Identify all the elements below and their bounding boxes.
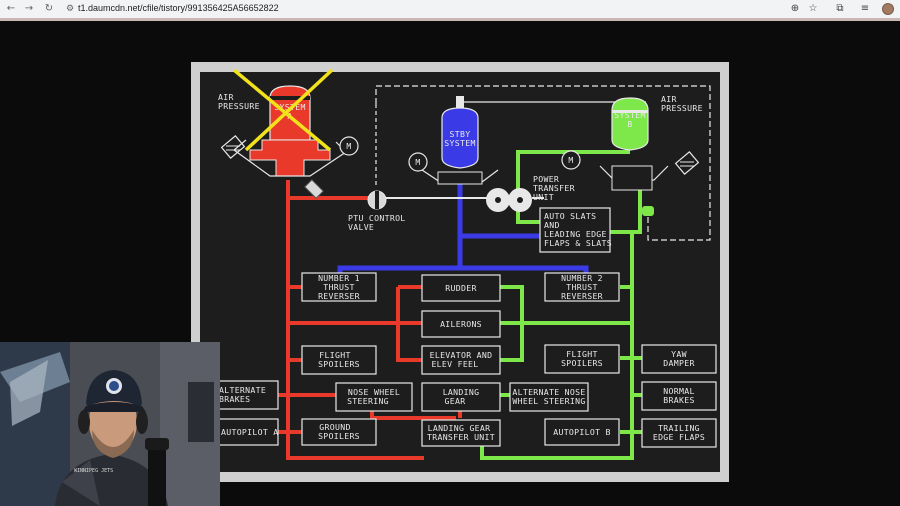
svg-text:AUTOPILOT A: AUTOPILOT A xyxy=(221,427,279,437)
air-pressure-b-label: AIR PRESSURE xyxy=(661,94,703,113)
alternate-brakes-box: ALTERNATE BRAKES xyxy=(217,380,279,410)
svg-text:SPOILERS: SPOILERS xyxy=(318,431,360,441)
auto-slats-box: AUTO SLATS AND LEADING EDGE FLAPS & SLAT… xyxy=(539,207,612,253)
alternate-nose-wheel-steering-box: ALTERNATE NOSE WHEEL STEERING xyxy=(509,382,589,412)
autopilot-b-box: AUTOPILOT B xyxy=(544,418,620,446)
svg-text:EDGE FLAPS: EDGE FLAPS xyxy=(653,432,705,442)
svg-text:BRAKES: BRAKES xyxy=(219,394,250,404)
air-pressure-a-label: AIR PRESSURE xyxy=(218,92,260,111)
cap-text: WINNIPEG JETS xyxy=(74,468,113,474)
normal-brakes-box: NORMAL BRAKES xyxy=(641,381,717,411)
svg-text:WHEEL STEERING: WHEEL STEERING xyxy=(512,396,585,406)
elevator-and-elev-feel-box: ELEVATOR AND ELEV FEEL xyxy=(421,345,501,375)
svg-text:UNIT: UNIT xyxy=(533,192,554,202)
svg-text:B: B xyxy=(627,119,632,129)
svg-text:FLAPS & SLATS: FLAPS & SLATS xyxy=(544,238,612,248)
svg-text:STEERING: STEERING xyxy=(347,396,389,406)
svg-text:REVERSER: REVERSER xyxy=(318,291,360,301)
svg-text:SPOILERS: SPOILERS xyxy=(318,359,360,369)
svg-text:PRESSURE: PRESSURE xyxy=(661,103,703,113)
selector-valve-icon xyxy=(304,179,324,199)
power-transfer-unit-icon xyxy=(486,187,532,213)
system-a-motor-icon: M xyxy=(339,136,359,156)
yaw-damper-box: YAW DAMPER xyxy=(641,344,717,374)
nose-wheel-steering-box: NOSE WHEEL STEERING xyxy=(335,382,413,412)
flight-spoilers-left-box: FLIGHT SPOILERS xyxy=(301,345,377,375)
ground-spoilers-box: GROUND SPOILERS xyxy=(301,418,377,446)
svg-text:VALVE: VALVE xyxy=(348,222,374,232)
svg-text:RUDDER: RUDDER xyxy=(445,283,476,293)
system-b-motor-icon: M xyxy=(561,150,581,170)
landing-gear-transfer-unit-box: LANDING GEAR TRANSFER UNIT xyxy=(421,419,501,447)
svg-text:PRESSURE: PRESSURE xyxy=(218,101,260,111)
number1-thrust-reverser-box: NUMBER 1 THRUST REVERSER xyxy=(301,272,377,302)
flight-spoilers-right-box: FLIGHT SPOILERS xyxy=(544,344,620,374)
trailing-edge-flaps-box: TRAILING EDGE FLAPS xyxy=(641,418,717,448)
svg-text:TRANSFER UNIT: TRANSFER UNIT xyxy=(427,432,495,442)
svg-text:BRAKES: BRAKES xyxy=(663,395,694,405)
webcam-overlay: WINNIPEG JETS xyxy=(0,342,220,506)
stby-motor-icon: M xyxy=(408,152,428,172)
ptu-control-valve-label: PTU CONTROL VALVE xyxy=(348,213,405,232)
svg-text:AUTOPILOT B: AUTOPILOT B xyxy=(553,427,611,437)
system-a-reservoir xyxy=(233,85,347,177)
svg-text:AILERONS: AILERONS xyxy=(440,319,482,329)
ptu-control-valve-icon xyxy=(367,190,387,210)
number2-thrust-reverser-box: NUMBER 2 THRUST REVERSER xyxy=(544,272,620,302)
ailerons-box: AILERONS xyxy=(421,310,501,338)
rudder-box: RUDDER xyxy=(421,274,501,302)
autopilot-a-box: AUTOPILOT A xyxy=(217,418,279,446)
svg-text:DAMPER: DAMPER xyxy=(663,358,694,368)
webcam-image: WINNIPEG JETS xyxy=(0,342,220,506)
power-transfer-unit-label: POWER TRANSFER UNIT xyxy=(533,174,575,202)
svg-text:REVERSER: REVERSER xyxy=(561,291,603,301)
svg-text:M: M xyxy=(568,155,573,165)
svg-text:M: M xyxy=(415,157,420,167)
landing-gear-box: LANDING GEAR xyxy=(421,382,501,412)
svg-text:GEAR: GEAR xyxy=(445,396,466,406)
svg-text:M: M xyxy=(346,141,351,151)
system-b-pump-icon xyxy=(674,151,700,175)
svg-text:SYSTEM: SYSTEM xyxy=(444,138,475,148)
svg-text:ELEV FEEL: ELEV FEEL xyxy=(431,359,478,369)
svg-text:SPOILERS: SPOILERS xyxy=(561,358,603,368)
